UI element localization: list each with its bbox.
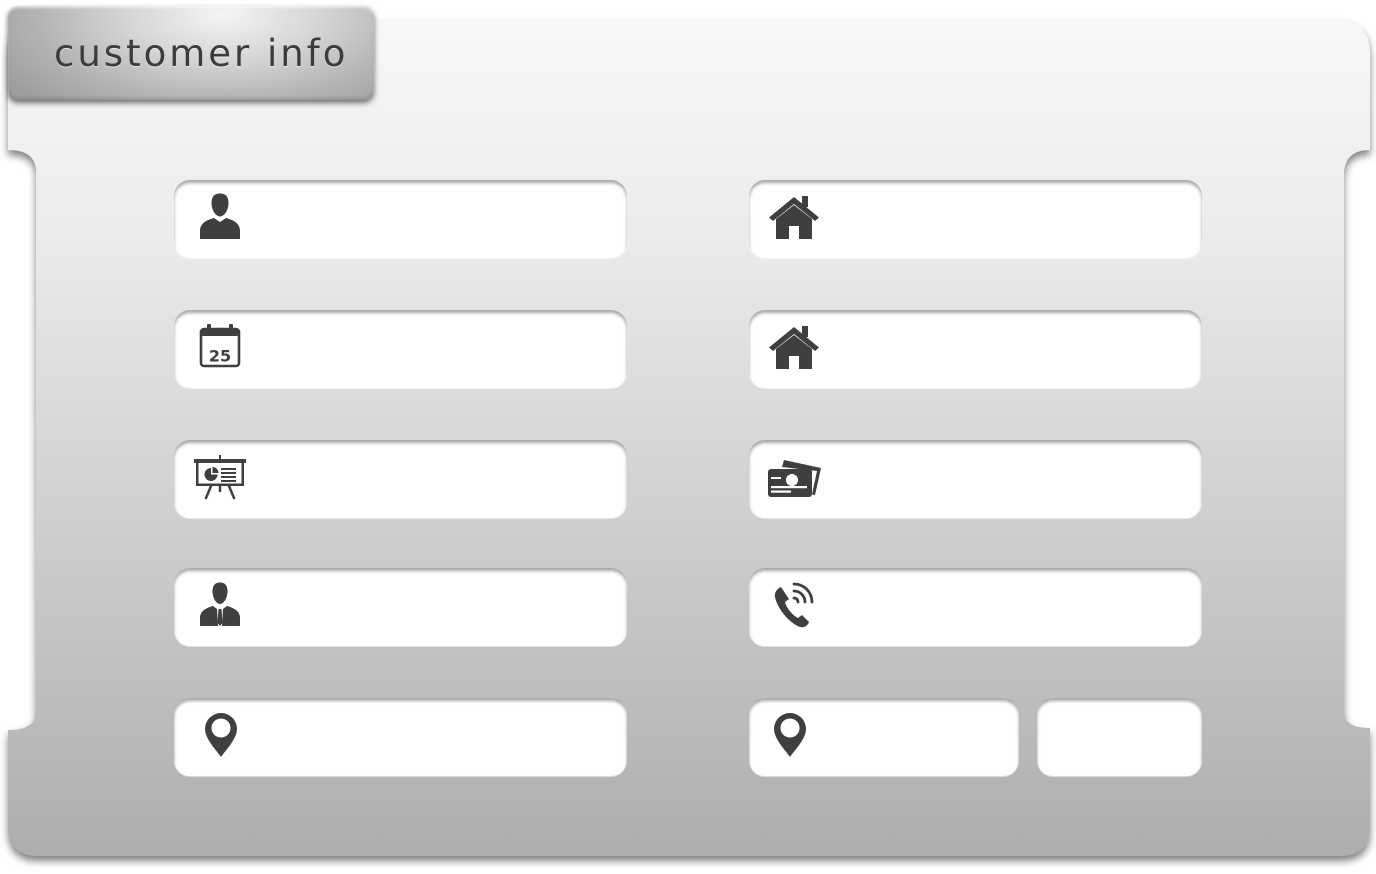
panel-title: customer info <box>54 32 349 75</box>
postal-code-field[interactable] <box>1037 698 1202 776</box>
calendar-icon: 25 <box>190 323 250 375</box>
customer-info-screen: customer info 25 <box>0 0 1376 874</box>
person-icon <box>190 193 250 245</box>
home-icon <box>765 193 825 245</box>
home-icon <box>765 323 825 375</box>
home-address-field-2[interactable] <box>749 310 1202 388</box>
birth-date-input[interactable] <box>258 310 613 388</box>
title-tab: customer info <box>8 6 374 100</box>
presentation-board-icon <box>190 453 250 505</box>
home-address-input-1[interactable] <box>833 180 1188 258</box>
phone-field[interactable] <box>749 568 1202 646</box>
city-field[interactable] <box>749 698 1019 776</box>
id-cards-input[interactable] <box>833 440 1188 518</box>
phone-icon <box>765 581 825 633</box>
id-cards-icon <box>765 453 825 505</box>
home-address-field-1[interactable] <box>749 180 1202 258</box>
city-input[interactable] <box>833 698 1005 776</box>
name-field[interactable] <box>174 180 627 258</box>
occupation-input[interactable] <box>258 568 613 646</box>
home-address-input-2[interactable] <box>833 310 1188 388</box>
calendar-day-number: 25 <box>209 347 231 366</box>
name-input[interactable] <box>258 180 613 258</box>
location-field[interactable] <box>174 698 627 776</box>
presentation-field[interactable] <box>174 440 627 518</box>
postal-code-input[interactable] <box>1053 698 1188 776</box>
map-pin-icon <box>765 711 825 763</box>
location-input[interactable] <box>258 698 613 776</box>
birth-date-field[interactable]: 25 <box>174 310 627 388</box>
phone-input[interactable] <box>833 568 1188 646</box>
businessman-icon <box>190 581 250 633</box>
occupation-field[interactable] <box>174 568 627 646</box>
map-pin-icon <box>190 711 250 763</box>
presentation-input[interactable] <box>258 440 613 518</box>
id-cards-field[interactable] <box>749 440 1202 518</box>
